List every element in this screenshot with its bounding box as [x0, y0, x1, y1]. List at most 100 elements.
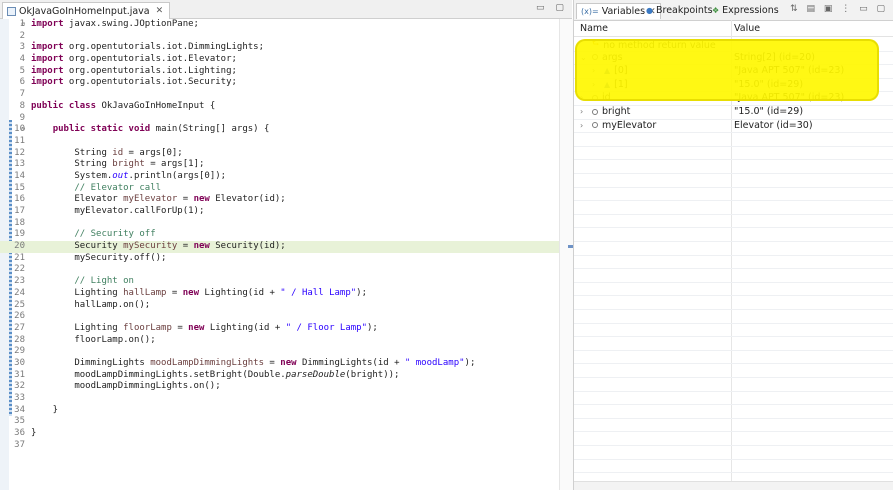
empty-row — [574, 200, 893, 215]
code-line[interactable]: 1 ⊖ import javax.swing.JOptionPane; — [0, 19, 560, 31]
line-number: 28 — [14, 334, 25, 345]
code-token: Security — [31, 241, 124, 252]
breakpoints-icon: ● — [646, 6, 653, 15]
code-line[interactable]: 20 Security mySecurity = new Security(id… — [0, 241, 560, 253]
code-line[interactable]: 19 // Security off — [0, 229, 560, 241]
code-editor[interactable]: OkJavaGoInHomeInput.java ✕ ▭ ▢ 1 ⊖ import … — [0, 0, 573, 490]
code-line[interactable]: 26 — [0, 311, 560, 323]
code-line[interactable]: 28 floorLamp.on(); — [0, 335, 560, 347]
code-line[interactable]: 24 Lighting hallLamp = new Lighting(id +… — [0, 288, 560, 300]
overview-ruler[interactable] — [559, 19, 573, 490]
code-line[interactable]: 23 // Light on — [0, 276, 560, 288]
code-line[interactable]: 36} — [0, 428, 560, 440]
line-number: 31 — [14, 369, 25, 380]
code-line[interactable]: 12 String id = args[0]; — [0, 148, 560, 160]
code-token: Security(id); — [209, 241, 286, 252]
code-line[interactable]: 37 — [0, 440, 560, 452]
column-name-header[interactable]: Name — [580, 23, 608, 34]
code-line[interactable]: 27 Lighting floorLamp = new Lighting(id … — [0, 323, 560, 335]
code-line[interactable]: 15 // Elevator call — [0, 183, 560, 195]
code-line[interactable]: 11 — [0, 136, 560, 148]
expand-right-icon[interactable]: › — [580, 121, 588, 130]
code-token: moodLampDimmingLights.on(); — [31, 381, 221, 392]
line-number: 8 — [19, 100, 25, 111]
code-token: ); — [464, 357, 476, 368]
expand-right-icon[interactable]: › — [580, 107, 588, 116]
expressions-icon: ❖ — [712, 6, 720, 15]
empty-row — [574, 404, 893, 419]
tab-breakpoints[interactable]: ● Breakpoints — [646, 3, 713, 18]
variable-name: bright — [602, 106, 631, 117]
variable-row[interactable]: › myElevator Elevator (id=30) — [574, 119, 893, 134]
tab-expressions[interactable]: ❖ Expressions — [712, 3, 779, 18]
code-line[interactable]: 25 hallLamp.on(); — [0, 300, 560, 312]
code-line[interactable]: 7 — [0, 89, 560, 101]
code-token: DimmingLights(id + — [296, 357, 405, 368]
line-number: 34 — [14, 404, 25, 415]
empty-row — [574, 323, 893, 338]
line-number: 20 — [14, 241, 25, 252]
code-line[interactable]: 34 } — [0, 405, 560, 417]
code-token: org.opentutorials.iot.Elevator; — [63, 54, 237, 65]
code-token: moodLampDimmingLights — [150, 357, 265, 368]
code-text: mySecurity.off(); — [31, 253, 166, 265]
fold-toggle-icon[interactable]: ⊖ — [21, 19, 25, 31]
variable-row[interactable]: › bright "15.0" (id=29) — [574, 105, 893, 120]
line-number: 13 — [14, 159, 25, 170]
view-toolbar-icons[interactable]: ⇅ ▤ ▣ ⋮ ▭ ▢ — [790, 4, 888, 14]
code-line[interactable]: 2 — [0, 31, 560, 43]
code-line[interactable]: 29 — [0, 346, 560, 358]
code-text: Security mySecurity = new Security(id); — [31, 241, 286, 253]
code-text: moodLampDimmingLights.on(); — [31, 381, 221, 393]
code-line[interactable]: 14 System.out.println(args[0]); — [0, 171, 560, 183]
code-token: = args[0]; — [123, 147, 183, 158]
code-line[interactable]: 16 Elevator myElevator = new Elevator(id… — [0, 194, 560, 206]
code-line[interactable]: 6 import org.opentutorials.iot.Security; — [0, 77, 560, 89]
line-number: 3 — [19, 42, 25, 53]
fold-toggle-icon[interactable]: ⊖ — [21, 124, 25, 136]
code-line[interactable]: 31 moodLampDimmingLights.setBright(Doubl… — [0, 370, 560, 382]
code-token: = — [177, 194, 194, 205]
code-line[interactable]: 17 myElevator.callForUp(1); — [0, 206, 560, 218]
code-text: public class OkJavaGoInHomeInput { — [31, 101, 215, 113]
line-number: 29 — [14, 346, 25, 357]
empty-row — [574, 363, 893, 378]
variables-icon: (x)= — [581, 7, 599, 16]
code-line[interactable]: 8 public class OkJavaGoInHomeInput { — [0, 101, 560, 113]
code-token: org.opentutorials.iot.Security; — [63, 77, 237, 88]
variable-name-cell: › bright — [580, 106, 630, 117]
code-token: Lighting — [31, 287, 124, 298]
code-line[interactable]: 33 — [0, 393, 560, 405]
code-line[interactable]: 4 import org.opentutorials.iot.Elevator; — [0, 54, 560, 66]
code-token: (bright)); — [345, 369, 400, 380]
line-number: 33 — [14, 393, 25, 403]
code-line[interactable]: 35 — [0, 416, 560, 428]
code-token: import — [31, 19, 64, 29]
code-line[interactable]: 21 mySecurity.off(); — [0, 253, 560, 265]
code-token: import — [31, 77, 64, 88]
code-line[interactable]: 9 — [0, 113, 560, 125]
code-line[interactable]: 10 ⊖ public static void main(String[] arg… — [0, 124, 560, 136]
source-code[interactable]: 1 ⊖ import javax.swing.JOptionPane; 2 3 impor… — [0, 19, 560, 451]
horizontal-scrollbar[interactable] — [574, 481, 893, 490]
editor-tab-bar: OkJavaGoInHomeInput.java ✕ ▭ ▢ — [0, 0, 572, 19]
editor-tab[interactable]: OkJavaGoInHomeInput.java ✕ — [2, 2, 171, 19]
code-line[interactable]: 5 import org.opentutorials.iot.Lighting; — [0, 66, 560, 78]
code-line[interactable]: 22 — [0, 264, 560, 276]
code-token: String — [31, 159, 113, 170]
yellow-highlight-annotation — [575, 39, 879, 101]
empty-row — [574, 336, 893, 351]
minimize-maximize-icons[interactable]: ▭ ▢ — [536, 3, 568, 13]
code-line[interactable]: 3 import org.opentutorials.iot.DimmingLig… — [0, 42, 560, 54]
column-value-header[interactable]: Value — [734, 23, 760, 34]
code-line[interactable]: 32 moodLampDimmingLights.on(); — [0, 381, 560, 393]
code-token: new — [193, 241, 210, 252]
close-icon[interactable]: ✕ — [156, 6, 164, 16]
code-line[interactable]: 30 DimmingLights moodLampDimmingLights =… — [0, 358, 560, 370]
code-line[interactable]: 13 String bright = args[1]; — [0, 159, 560, 171]
code-token: public static void — [52, 124, 151, 135]
code-text: String bright = args[1]; — [31, 159, 204, 171]
code-line[interactable]: 18 — [0, 218, 560, 230]
code-text: public static void main(String[] args) { — [31, 124, 270, 136]
